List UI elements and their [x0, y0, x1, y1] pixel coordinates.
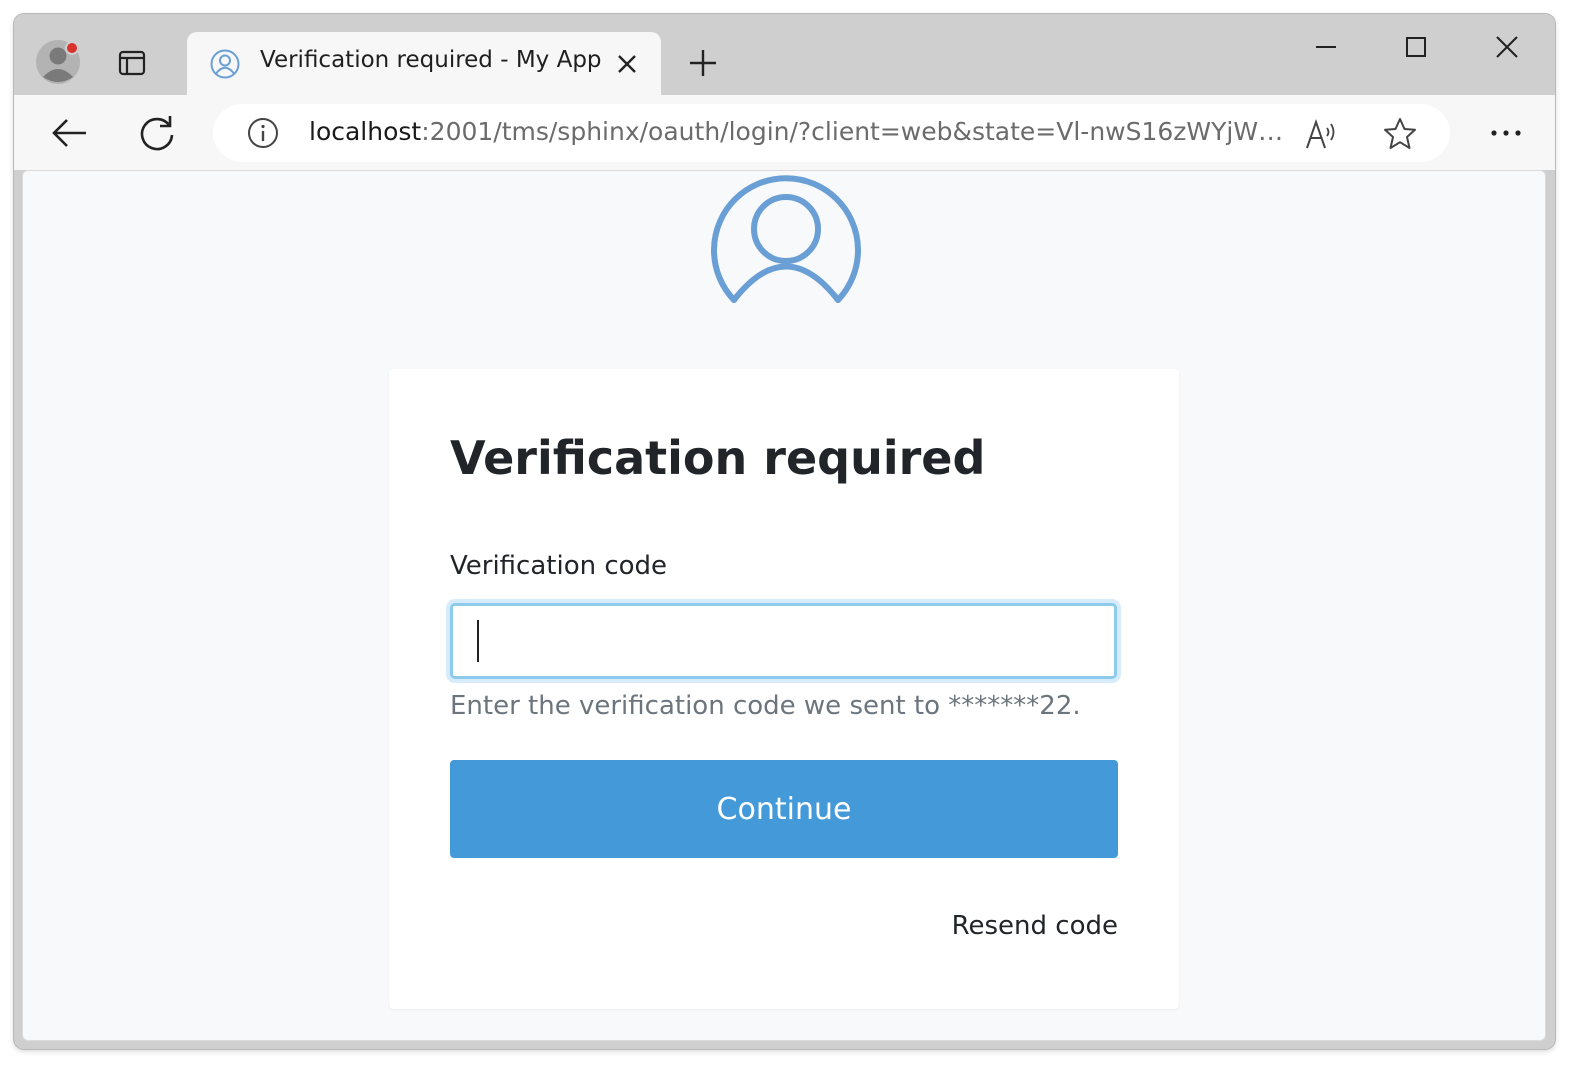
- close-icon[interactable]: [1492, 32, 1522, 62]
- minimize-icon[interactable]: [1311, 32, 1341, 62]
- url-host: localhost: [309, 117, 422, 146]
- browser-toolbar: localhost:2001/tms/sphinx/oauth/login/?c…: [14, 95, 1555, 170]
- user-circle-icon: [209, 48, 241, 80]
- verification-code-input[interactable]: [450, 603, 1117, 679]
- url-text[interactable]: localhost:2001/tms/sphinx/oauth/login/?c…: [309, 117, 1284, 146]
- notification-dot: [65, 41, 79, 55]
- verification-card: Verification required Verification code …: [389, 369, 1179, 1009]
- close-icon[interactable]: [617, 54, 637, 74]
- continue-button[interactable]: Continue: [450, 760, 1118, 858]
- maximize-icon[interactable]: [1401, 32, 1431, 62]
- info-icon[interactable]: [247, 117, 279, 149]
- user-circle-icon: [709, 173, 863, 303]
- more-icon[interactable]: [1486, 120, 1526, 146]
- resend-code-link[interactable]: Resend code: [952, 911, 1118, 941]
- help-text: Enter the verification code we sent to *…: [450, 691, 1081, 721]
- browser-tab-active[interactable]: Verification required - My App: [187, 32, 661, 95]
- tab-actions-icon[interactable]: [117, 48, 147, 78]
- back-arrow-icon[interactable]: [50, 113, 90, 153]
- profile-avatar-icon[interactable]: [35, 39, 81, 85]
- text-caret: [477, 620, 479, 662]
- star-icon[interactable]: [1382, 116, 1418, 152]
- verification-code-label: Verification code: [450, 551, 668, 581]
- plus-icon[interactable]: [688, 48, 718, 78]
- tab-strip: Verification required - My App: [14, 14, 1555, 95]
- browser-window: Verification required - My App localhost…: [14, 14, 1555, 1049]
- address-bar[interactable]: localhost:2001/tms/sphinx/oauth/login/?c…: [213, 104, 1450, 162]
- url-path: :2001/tms/sphinx/oauth/login/?client=web…: [421, 117, 1284, 146]
- page-viewport: Verification required Verification code …: [22, 170, 1546, 1041]
- tab-title: Verification required - My App: [260, 47, 602, 73]
- read-aloud-icon[interactable]: [1303, 116, 1339, 152]
- page-title: Verification required: [450, 431, 986, 485]
- refresh-icon[interactable]: [137, 113, 177, 153]
